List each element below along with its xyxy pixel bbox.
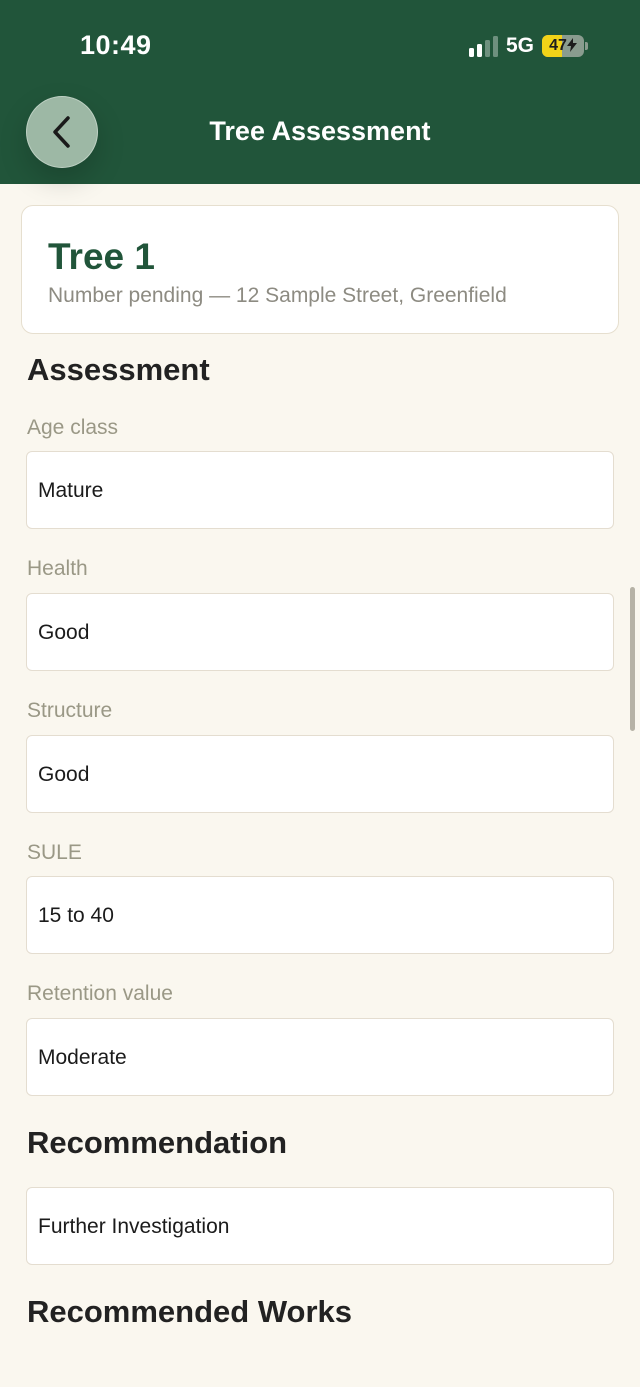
sule-value: 15 to 40: [38, 904, 114, 927]
sule-field[interactable]: 15 to 40: [26, 876, 614, 954]
recommendation-value: Further Investigation: [38, 1215, 230, 1238]
battery-percentage: 47: [542, 35, 584, 57]
signal-strength-icon: [468, 35, 498, 57]
sule-label: SULE: [27, 841, 82, 864]
age-class-field[interactable]: Mature: [26, 451, 614, 529]
page-title: Tree Assessment: [209, 116, 431, 146]
age-class-value: Mature: [38, 479, 104, 502]
tree-title: Tree 1: [48, 236, 155, 277]
status-indicators: 5G 47: [468, 34, 588, 58]
signal-bar: [468, 48, 474, 57]
signal-bar: [476, 44, 482, 57]
network-type: 5G: [505, 34, 534, 57]
structure-field[interactable]: Good: [26, 735, 614, 813]
status-time: 10:49: [80, 30, 152, 60]
recommendation-field[interactable]: Further Investigation: [26, 1187, 614, 1265]
tree-summary-card: Tree 1 Number pending — 12 Sample Street…: [21, 205, 619, 334]
signal-bar: [492, 36, 498, 57]
retention-value-label: Retention value: [27, 982, 173, 1005]
structure-value: Good: [38, 763, 90, 786]
health-value: Good: [38, 621, 90, 644]
recommended-works-heading: Recommended Works: [27, 1294, 353, 1329]
retention-value-value: Moderate: [38, 1046, 127, 1069]
battery-cap: [585, 42, 588, 50]
app-header: 10:49 5G 47 Tree Assessment: [0, 0, 640, 184]
age-class-label: Age class: [27, 416, 119, 439]
assessment-heading: Assessment: [27, 352, 210, 387]
scrollbar[interactable]: [630, 587, 635, 731]
signal-bar: [484, 40, 490, 57]
battery-body: 47: [542, 35, 584, 57]
health-label: Health: [27, 557, 88, 580]
retention-value-field[interactable]: Moderate: [26, 1018, 614, 1096]
tree-subtitle: Number pending — 12 Sample Street, Green…: [48, 284, 507, 307]
recommendation-heading: Recommendation: [27, 1125, 288, 1160]
health-field[interactable]: Good: [26, 593, 614, 671]
battery-icon: 47: [542, 35, 588, 57]
structure-label: Structure: [27, 699, 113, 722]
